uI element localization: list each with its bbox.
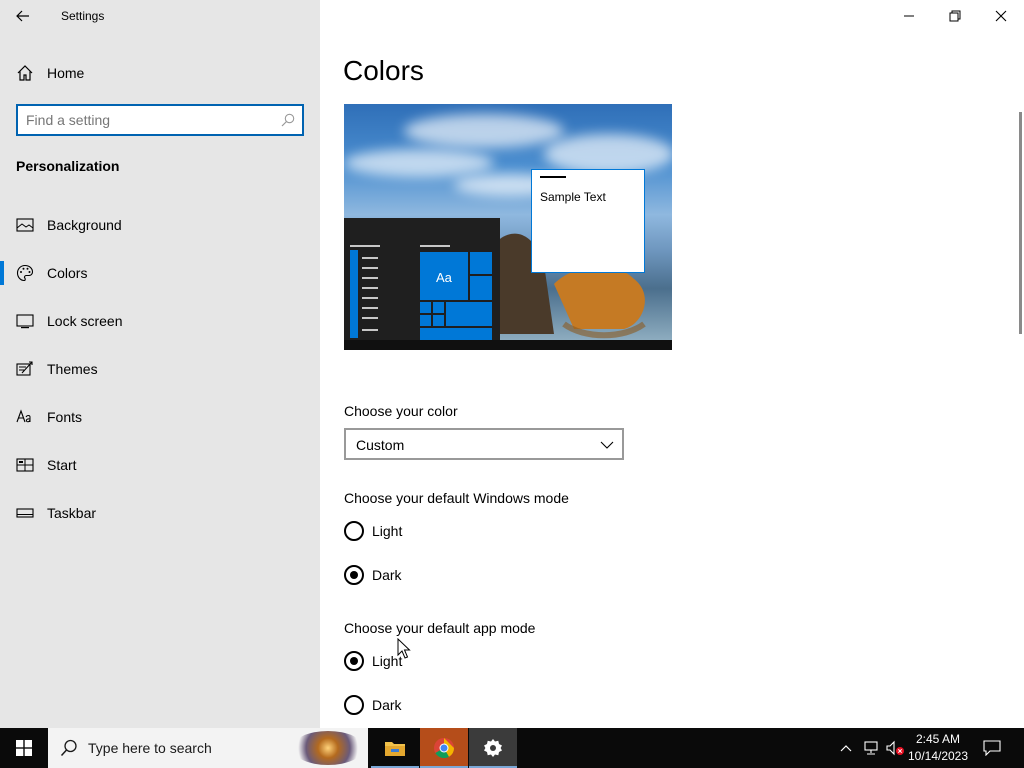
taskbar-file-explorer[interactable] bbox=[371, 728, 419, 768]
sidebar-item-label: Home bbox=[47, 65, 85, 81]
preview-window-title-line bbox=[540, 176, 566, 178]
notification-icon bbox=[983, 740, 1001, 756]
section-title: Personalization bbox=[16, 158, 120, 174]
search-icon bbox=[60, 739, 77, 757]
radio-circle-selected[interactable] bbox=[344, 565, 364, 585]
windows-mode-dark-radio[interactable]: Dark bbox=[344, 564, 484, 586]
radio-label: Dark bbox=[372, 697, 402, 713]
find-setting-search[interactable] bbox=[16, 104, 304, 136]
minimize-button[interactable] bbox=[886, 0, 932, 32]
chrome-icon bbox=[434, 738, 455, 759]
selection-indicator bbox=[0, 261, 4, 285]
palette-icon bbox=[16, 264, 34, 282]
mouse-cursor-icon bbox=[397, 638, 411, 659]
vertical-scrollbar[interactable] bbox=[1019, 112, 1022, 334]
minimize-icon bbox=[904, 15, 914, 17]
start-icon bbox=[16, 458, 34, 472]
radio-label: Light bbox=[372, 523, 403, 539]
radio-dot bbox=[350, 571, 358, 579]
settings-sidebar: Settings Home Personalization Background… bbox=[0, 0, 320, 728]
clock-date: 10/14/2023 bbox=[907, 749, 969, 763]
sidebar-item-start[interactable]: Start bbox=[0, 445, 320, 485]
close-icon bbox=[995, 10, 1007, 22]
radio-dot bbox=[350, 657, 358, 665]
app-mode-light-radio[interactable]: Light bbox=[344, 650, 484, 672]
network-icon bbox=[864, 741, 878, 755]
choose-color-label: Choose your color bbox=[344, 403, 458, 419]
sidebar-item-lock-screen[interactable]: Lock screen bbox=[0, 301, 320, 341]
preview-taskbar bbox=[344, 340, 672, 350]
sidebar-item-fonts[interactable]: Fonts bbox=[0, 397, 320, 437]
themes-icon bbox=[16, 361, 33, 376]
sidebar-item-label: Background bbox=[47, 217, 122, 233]
sidebar-item-label: Start bbox=[47, 457, 77, 473]
taskbar-icon bbox=[16, 508, 34, 518]
app-mode-label: Choose your default app mode bbox=[344, 620, 536, 636]
sidebar-item-label: Colors bbox=[47, 265, 88, 281]
radio-circle[interactable] bbox=[344, 521, 364, 541]
sidebar-item-label: Fonts bbox=[47, 409, 83, 425]
page-title: Colors bbox=[343, 55, 424, 86]
home-icon bbox=[17, 65, 33, 81]
back-arrow-icon bbox=[16, 10, 29, 22]
action-center-button[interactable] bbox=[978, 728, 1006, 768]
network-tray-icon[interactable] bbox=[860, 728, 882, 768]
radio-label: Dark bbox=[372, 567, 402, 583]
choose-color-dropdown[interactable]: Custom bbox=[344, 428, 624, 460]
title-bar: Settings bbox=[0, 0, 320, 32]
sidebar-item-background[interactable]: Background bbox=[0, 205, 320, 245]
taskbar-clock[interactable]: 2:45 AM 10/14/2023 bbox=[906, 731, 970, 765]
back-button[interactable] bbox=[8, 4, 38, 28]
search-highlight-image bbox=[292, 731, 364, 765]
taskbar-search-text: Type here to search bbox=[88, 740, 212, 756]
preview-window: Sample Text bbox=[531, 169, 645, 273]
app-title: Settings bbox=[61, 9, 105, 23]
show-hidden-icons-button[interactable] bbox=[836, 728, 856, 768]
close-button[interactable] bbox=[978, 0, 1024, 32]
preview-start-menu: Aa bbox=[344, 218, 500, 340]
restore-button[interactable] bbox=[932, 0, 978, 32]
windows-mode-light-radio[interactable]: Light bbox=[344, 520, 484, 542]
preview-tile-label: Aa bbox=[436, 270, 452, 285]
lock-screen-icon bbox=[16, 314, 34, 329]
radio-circle-selected[interactable] bbox=[344, 651, 364, 671]
preview-sample-text: Sample Text bbox=[540, 190, 606, 204]
volume-muted-icon bbox=[886, 740, 904, 756]
preview-cloud bbox=[344, 149, 494, 177]
search-icon[interactable] bbox=[281, 113, 295, 127]
sidebar-item-home[interactable]: Home bbox=[0, 58, 320, 88]
windows-logo-icon bbox=[16, 740, 32, 756]
folder-icon bbox=[385, 742, 405, 756]
preview-start-tiles bbox=[350, 245, 492, 340]
theme-preview: Aa Sample Text bbox=[344, 104, 672, 350]
chevron-down-icon bbox=[600, 441, 614, 449]
windows-mode-label: Choose your default Windows mode bbox=[344, 490, 569, 506]
taskbar-settings[interactable] bbox=[469, 728, 517, 768]
sidebar-item-label: Themes bbox=[47, 361, 98, 377]
clock-time: 2:45 AM bbox=[915, 732, 961, 746]
sidebar-item-themes[interactable]: Themes bbox=[0, 349, 320, 389]
sidebar-item-colors[interactable]: Colors bbox=[0, 253, 320, 293]
restore-icon bbox=[949, 10, 961, 22]
sidebar-item-label: Lock screen bbox=[47, 313, 123, 329]
taskbar-search-box[interactable]: Type here to search bbox=[48, 728, 368, 768]
chevron-up-icon bbox=[840, 745, 852, 752]
fonts-icon bbox=[16, 409, 31, 423]
app-mode-dark-radio[interactable]: Dark bbox=[344, 694, 484, 716]
preview-cloud bbox=[404, 114, 564, 148]
preview-cloud bbox=[544, 134, 672, 174]
search-input[interactable] bbox=[26, 111, 276, 129]
picture-icon bbox=[16, 218, 34, 232]
taskbar-chrome[interactable] bbox=[420, 728, 468, 768]
gear-icon bbox=[484, 739, 502, 757]
start-button[interactable] bbox=[0, 728, 48, 768]
radio-circle[interactable] bbox=[344, 695, 364, 715]
windows-taskbar: Type here to search 2:45 AM 10/14/2023 bbox=[0, 728, 1024, 768]
dropdown-value: Custom bbox=[356, 437, 405, 453]
sidebar-item-label: Taskbar bbox=[47, 505, 97, 521]
volume-tray-icon[interactable] bbox=[884, 728, 906, 768]
sidebar-item-taskbar[interactable]: Taskbar bbox=[0, 493, 320, 533]
